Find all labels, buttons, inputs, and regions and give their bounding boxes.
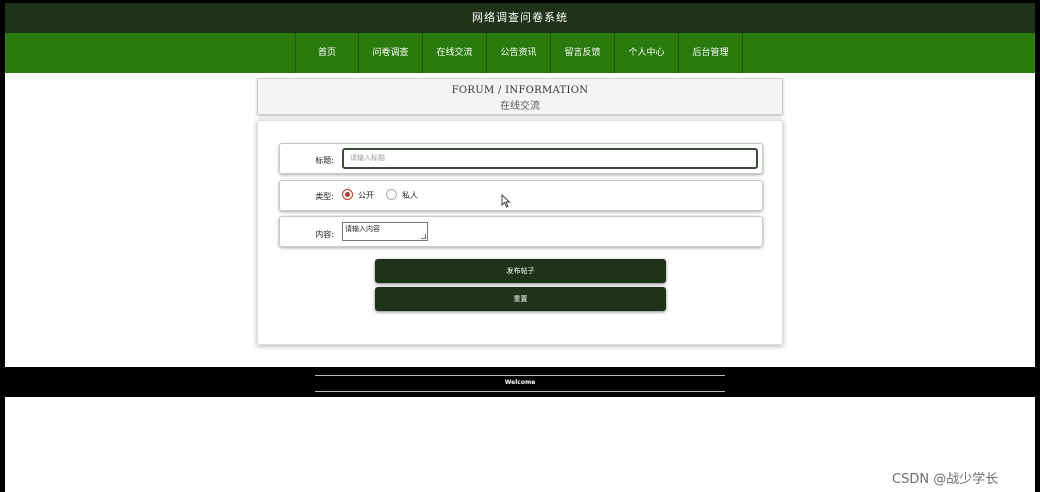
content-row: 内容: 请输入内容	[279, 216, 763, 247]
mouse-cursor-icon	[501, 194, 511, 208]
content-textarea[interactable]: 请输入内容	[342, 222, 428, 241]
nav-item-forum[interactable]: 在线交流	[423, 33, 487, 73]
type-row: 类型: 公开 私人	[279, 180, 763, 211]
page-banner: FORUM / INFORMATION 在线交流	[257, 78, 783, 115]
type-label: 类型:	[315, 192, 334, 201]
banner-title-zh: 在线交流	[500, 101, 540, 112]
title-input[interactable]: 请输入标题	[342, 148, 758, 169]
banner-title-en: FORUM / INFORMATION	[451, 85, 589, 96]
site-title: 网络调查问卷系统	[472, 11, 568, 24]
radio-public-label[interactable]: 公开	[358, 190, 374, 201]
main-nav: 首页 问卷调查 在线交流 公告资讯 留言反馈 个人中心 后台管理	[5, 33, 1035, 73]
nav-item-admin[interactable]: 后台管理	[679, 33, 743, 73]
browser-viewport: 网络调查问卷系统 首页 问卷调查 在线交流 公告资讯 留言反馈 个人中心 后台管…	[5, 3, 1035, 492]
footer-divider-bottom	[315, 391, 725, 392]
publish-post-button[interactable]: 发布帖子	[375, 259, 666, 283]
nav-item-home[interactable]: 首页	[295, 33, 359, 73]
nav-item-profile[interactable]: 个人中心	[615, 33, 679, 73]
nav-item-survey[interactable]: 问卷调查	[359, 33, 423, 73]
nav-item-feedback[interactable]: 留言反馈	[551, 33, 615, 73]
content-text: 请输入内容	[345, 225, 380, 233]
watermark: CSDN @战少学长	[892, 472, 999, 487]
radio-public[interactable]	[342, 189, 353, 200]
title-label: 标题:	[315, 156, 334, 165]
resize-grip-icon[interactable]	[421, 234, 426, 239]
nav-menu: 首页 问卷调查 在线交流 公告资讯 留言反馈 个人中心 后台管理	[295, 33, 743, 73]
site-title-bar: 网络调查问卷系统	[5, 3, 1035, 33]
title-row: 标题: 请输入标题	[279, 143, 763, 174]
content-label: 内容:	[315, 230, 334, 239]
footer: Welcome	[5, 367, 1035, 397]
nav-item-news[interactable]: 公告资讯	[487, 33, 551, 73]
radio-private[interactable]	[386, 189, 397, 200]
radio-private-label[interactable]: 私人	[402, 190, 418, 201]
footer-welcome: Welcome	[504, 379, 536, 386]
reset-button[interactable]: 重置	[375, 287, 666, 311]
footer-divider-top	[315, 375, 725, 376]
post-form-card: 标题: 请输入标题 类型: 公开 私人 内容: 请输入内容 发布帖子 重置	[257, 120, 783, 345]
